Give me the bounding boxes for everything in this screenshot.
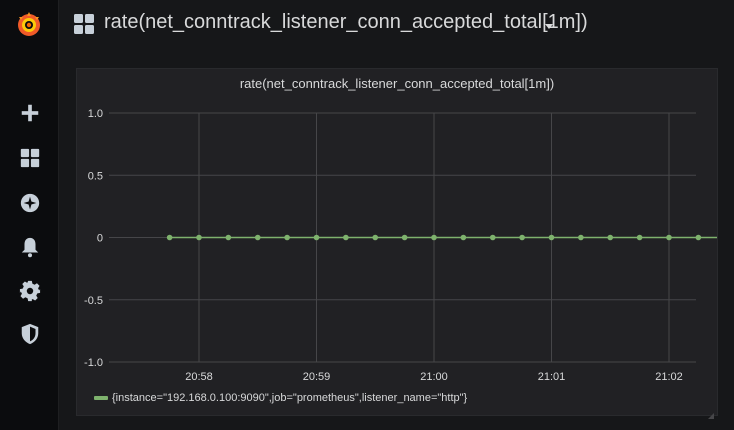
grafana-logo-icon[interactable] [13,8,45,40]
y-tick-label: 1.0 [88,108,103,120]
data-point[interactable] [284,234,290,241]
chevron-down-icon[interactable] [544,18,554,29]
bell-icon[interactable] [14,231,46,263]
data-point[interactable] [343,234,349,241]
y-tick-label: 0 [97,233,103,245]
chart: 1.0 0.5 0 -0.5 -1.0 20:58 20:59 21:00 21:01 21:02 [84,108,717,383]
data-point[interactable] [607,234,614,241]
data-point[interactable] [578,234,584,241]
data-point[interactable] [431,234,437,241]
x-tick-label: 21:02 [655,371,683,383]
data-point[interactable] [254,234,261,241]
side-menu [0,0,59,430]
gear-icon[interactable] [14,275,46,307]
data-point[interactable] [636,234,643,241]
data-point[interactable] [519,234,525,241]
data-point[interactable] [666,234,672,241]
data-point[interactable] [489,234,496,241]
x-tick-label: 21:01 [538,371,566,383]
data-point[interactable] [401,234,408,241]
x-tick-label: 21:00 [420,371,448,383]
y-tick-label: 0.5 [88,170,103,182]
dashboards-icon[interactable] [14,142,46,174]
data-point[interactable] [196,234,202,241]
dashboard-header: rate(net_conntrack_listener_conn_accepte… [59,0,734,50]
data-point[interactable] [225,234,232,241]
legend-swatch [94,396,108,400]
compass-icon[interactable] [14,187,46,219]
x-tick-label: 20:58 [185,371,213,383]
data-point[interactable] [372,234,379,241]
legend-series-label[interactable]: {instance="192.168.0.100:9090",job="prom… [112,392,467,404]
data-point[interactable] [548,234,555,241]
plus-icon[interactable] [14,97,46,129]
legend: {instance="192.168.0.100:9090",job="prom… [94,392,467,404]
x-tick-label: 20:59 [303,371,331,383]
y-tick-label: -0.5 [84,295,103,307]
shield-icon[interactable] [14,318,46,350]
data-point[interactable] [166,234,173,241]
y-tick-label: -1.0 [84,357,103,369]
data-point[interactable] [313,234,320,241]
graph-panel: rate(net_conntrack_listener_conn_accepte… [76,68,718,419]
data-point[interactable] [460,234,467,241]
data-point[interactable] [695,234,702,241]
resize-handle-icon[interactable] [708,406,714,419]
dashboard-grid-icon [74,14,94,34]
dashboard-title[interactable]: rate(net_conntrack_listener_conn_accepte… [104,11,588,34]
